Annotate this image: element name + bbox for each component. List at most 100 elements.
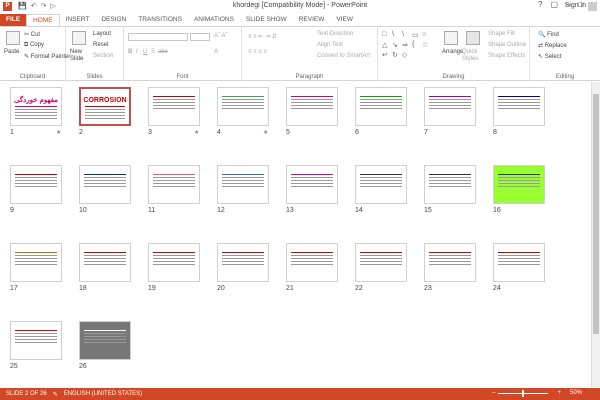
slide-thumbnail[interactable] [424, 87, 476, 126]
underline-icon[interactable]: U [143, 49, 147, 55]
strikethrough-icon[interactable]: abc [158, 49, 168, 55]
shape-outline-button[interactable]: Shape Outline [488, 42, 526, 48]
copy-button[interactable]: ⧉ Copy [24, 42, 44, 49]
scrollbar-thumb[interactable] [593, 94, 599, 334]
paste-icon[interactable] [6, 31, 20, 45]
arrange-icon[interactable] [444, 31, 458, 45]
slide-thumbnail[interactable] [148, 165, 200, 204]
oval-icon[interactable]: ○ [422, 31, 426, 38]
tab-animations[interactable]: ANIMATIONS [188, 14, 240, 26]
avatar[interactable] [588, 2, 597, 11]
tab-view[interactable]: VIEW [330, 14, 359, 26]
slide-thumbnail[interactable] [79, 165, 131, 204]
slide-thumbnail[interactable] [10, 165, 62, 204]
slide-thumbnail[interactable] [493, 87, 545, 126]
language-indicator[interactable]: ENGLISH (UNITED STATES) [64, 391, 142, 397]
slide-thumbnail[interactable] [79, 243, 131, 282]
slide-thumbnail[interactable] [424, 165, 476, 204]
line-icon[interactable]: \ [402, 31, 404, 38]
select-button[interactable]: ↖ Select [538, 53, 561, 60]
align-left-icon[interactable]: ≡ ≡ ≡ ≡ [248, 49, 267, 55]
shadow-icon[interactable]: S [151, 49, 155, 55]
tab-review[interactable]: REVIEW [293, 14, 331, 26]
vertical-scrollbar[interactable] [591, 82, 600, 387]
new-slide-button[interactable]: New Slide [70, 49, 92, 63]
quick-styles-icon[interactable] [466, 31, 480, 45]
slide-thumbnail[interactable] [148, 87, 200, 126]
font-color-icon[interactable]: A [214, 49, 218, 55]
font-name-input[interactable] [128, 33, 188, 41]
zoom-in-icon[interactable]: + [557, 390, 561, 396]
shapes-gallery[interactable]: □ \ \ ▭ ○ △ ↘ ⇒ { ☆ ↵ ↻ ◇ [382, 31, 440, 63]
new-slide-icon[interactable] [72, 31, 86, 45]
tab-home[interactable]: HOME [26, 14, 60, 26]
slide-text-line [429, 102, 471, 103]
slide-thumbnail[interactable] [424, 243, 476, 282]
section-button[interactable]: Section [93, 53, 113, 59]
slide-thumbnail[interactable] [217, 87, 269, 126]
slide-text-line [498, 186, 540, 187]
tab-file[interactable]: FILE [0, 14, 27, 26]
slide-thumbnail[interactable] [286, 87, 338, 126]
curve-icon[interactable]: ↻ [392, 51, 398, 59]
tab-insert[interactable]: INSERT [60, 14, 96, 26]
slide-thumbnail[interactable] [355, 87, 407, 126]
zoom-slider-knob[interactable] [522, 389, 525, 397]
zoom-level[interactable]: 50% [570, 390, 582, 396]
layout-button[interactable]: Layout [93, 31, 111, 37]
connector-icon[interactable]: ↵ [382, 51, 388, 59]
slide-thumbnail[interactable]: CORROSION [79, 87, 131, 126]
tab-slide-show[interactable]: SLIDE SHOW [240, 14, 293, 26]
slide-thumbnail-title: CORROSION [83, 97, 127, 104]
find-button[interactable]: 🔍 Find [538, 31, 559, 38]
slide-thumbnail[interactable] [79, 321, 131, 360]
quick-styles-button[interactable]: Quick Styles [462, 49, 484, 63]
font-size-input[interactable] [190, 33, 210, 41]
slide-thumbnail[interactable] [493, 165, 545, 204]
slide-thumbnail[interactable] [286, 165, 338, 204]
slide-thumbnail[interactable] [217, 243, 269, 282]
slide-thumbnail[interactable] [493, 243, 545, 282]
text-box-icon[interactable]: □ [382, 31, 386, 38]
zoom-slider[interactable] [498, 389, 549, 397]
convert-smartart-button[interactable]: Convert to SmartArt [317, 53, 370, 59]
cut-button[interactable]: ✂ Cut [24, 31, 40, 38]
arrow-icon[interactable]: ↘ [392, 41, 398, 49]
help-icon[interactable]: ? [538, 0, 542, 9]
italic-icon[interactable]: I [136, 49, 138, 55]
reset-button[interactable]: Reset [93, 42, 109, 48]
brace-icon[interactable]: { [412, 41, 414, 48]
rectangle-icon[interactable]: ▭ [412, 31, 419, 39]
slide-thumbnail[interactable]: مفهوم خوردگی [10, 87, 62, 126]
line-icon[interactable]: \ [392, 31, 394, 38]
tab-design[interactable]: DESIGN [95, 14, 132, 26]
spelling-icon[interactable]: ✎ [53, 391, 58, 398]
slide-thumbnail[interactable] [217, 165, 269, 204]
triangle-icon[interactable]: △ [382, 41, 387, 49]
star-icon[interactable]: ☆ [422, 41, 428, 49]
sign-in-link[interactable]: Sign in [565, 2, 586, 9]
zoom-out-icon[interactable]: – [492, 390, 495, 396]
align-text-button[interactable]: Align Text [317, 42, 343, 48]
arrow-icon[interactable]: ⇒ [402, 41, 408, 49]
slide-thumbnail[interactable] [10, 243, 62, 282]
text-direction-button[interactable]: Text Direction [317, 31, 353, 37]
arrange-button[interactable]: Arrange [442, 49, 463, 55]
replace-button[interactable]: ⇄ Replace [538, 42, 567, 49]
format-painter-button[interactable]: ✎ Format Painter [24, 53, 70, 60]
slide-thumbnail[interactable] [355, 243, 407, 282]
slide-text-line [429, 186, 471, 187]
tab-transitions[interactable]: TRANSITIONS [132, 14, 188, 26]
slide-thumbnail[interactable] [355, 165, 407, 204]
flowchart-icon[interactable]: ◇ [402, 51, 407, 59]
slide-thumbnail[interactable] [286, 243, 338, 282]
grow-font-icon[interactable]: Aˆ Aˇ [214, 33, 227, 39]
ribbon-display-icon[interactable]: ▢ [550, 0, 558, 9]
shape-effects-button[interactable]: Shape Effects [488, 53, 525, 59]
paste-button[interactable]: Paste [4, 49, 19, 55]
slide-thumbnail[interactable] [148, 243, 200, 282]
slide-thumbnail[interactable] [10, 321, 62, 360]
shape-fill-button[interactable]: Shape Fill [488, 31, 515, 37]
bold-icon[interactable]: B [128, 49, 132, 55]
bullets-icon[interactable]: ≡ ≡ ⇤ ⇥ ⇵ [248, 33, 277, 40]
